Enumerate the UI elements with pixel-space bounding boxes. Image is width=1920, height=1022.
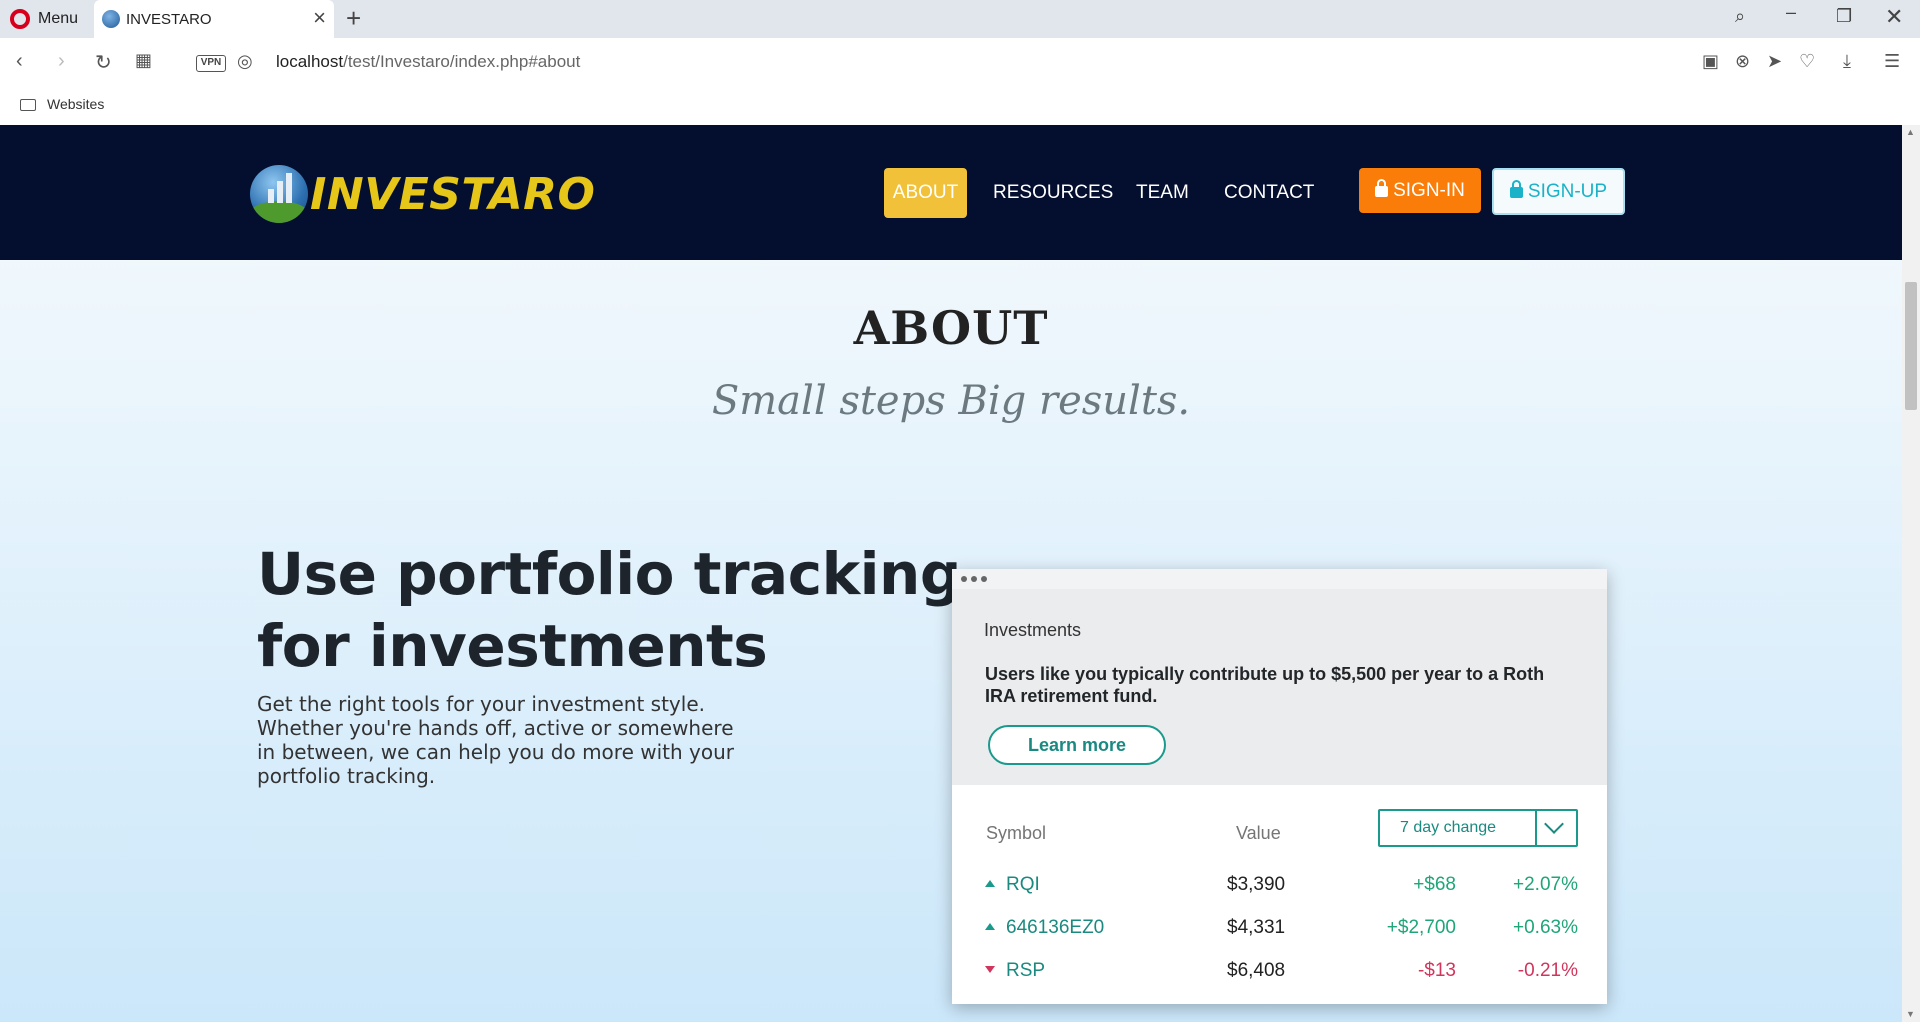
nav-team[interactable]: TEAM <box>1136 168 1189 218</box>
arrow-up-icon <box>985 923 995 930</box>
url-host: localhost <box>276 52 344 71</box>
card-label: Investments <box>984 620 1082 640</box>
row-percent: +2.07% <box>1513 874 1578 895</box>
brand-name: INVESTARO <box>310 168 596 220</box>
sign-in-label: SIGN-IN <box>1393 180 1465 201</box>
restore-icon[interactable]: ❐ <box>1836 6 1852 27</box>
browser-tab-title: INVESTARO <box>126 10 212 28</box>
hero-heading: Use portfolio tracking for investments <box>257 540 961 680</box>
row-change: +$68 <box>1413 874 1456 895</box>
row-value: $3,390 <box>1227 874 1286 895</box>
row-symbol[interactable]: RSP <box>1006 960 1045 982</box>
minimize-icon[interactable]: – <box>1786 2 1796 23</box>
page-scrollbar[interactable]: ▲ ▼ <box>1902 125 1920 1022</box>
tab-close-icon[interactable]: × <box>313 7 326 29</box>
hero-paragraph: Get the right tools for your investment … <box>257 692 735 788</box>
section-title: ABOUT <box>853 301 1049 355</box>
nav-resources[interactable]: RESOURCES <box>993 168 1113 218</box>
heart-icon[interactable]: ♡ <box>1799 51 1815 72</box>
row-value: $4,331 <box>1227 917 1286 938</box>
table-row[interactable]: RSP $6,408 -$13 -0.21% <box>952 956 1607 992</box>
lock-icon <box>1509 180 1523 198</box>
sign-up-button[interactable]: SIGN-UP <box>1492 168 1625 215</box>
browser-menu-label: Menu <box>38 10 79 27</box>
row-symbol[interactable]: RQI <box>1006 874 1040 896</box>
scroll-down-icon[interactable]: ▼ <box>1906 1009 1915 1019</box>
investments-card: Investments Users like you typically con… <box>952 569 1607 1004</box>
select-divider <box>1535 811 1537 845</box>
page-viewport: INVESTARO ABOUT RESOURCES TEAM CONTACT S… <box>0 125 1902 1022</box>
card-message: Users like you typically contribute up t… <box>985 664 1545 706</box>
tab-grid-icon[interactable]: ▦ <box>135 50 152 71</box>
globe-icon[interactable]: ◎ <box>237 51 253 72</box>
change-period-value: 7 day change <box>1400 819 1497 836</box>
window-dots-icon <box>952 569 1607 589</box>
reload-icon[interactable]: ↻ <box>95 50 112 75</box>
row-value: $6,408 <box>1227 960 1286 981</box>
learn-more-button[interactable]: Learn more <box>988 725 1166 765</box>
column-header-symbol: Symbol <box>986 823 1047 843</box>
logo-globe-icon <box>250 165 308 223</box>
search-tabs-icon[interactable]: ⌕ <box>1735 6 1745 27</box>
row-symbol[interactable]: 646136EZ0 <box>1006 917 1104 939</box>
opera-logo-icon <box>10 9 30 29</box>
folder-icon <box>20 99 36 111</box>
table-row[interactable]: 646136EZ0 $4,331 +$2,700 +0.63% <box>952 913 1607 949</box>
scrollbar-thumb[interactable] <box>1905 282 1917 410</box>
row-change: -$13 <box>1417 960 1456 981</box>
arrow-up-icon <box>985 880 995 887</box>
adblock-icon[interactable]: ⊗ <box>1735 51 1750 72</box>
nav-contact[interactable]: CONTACT <box>1224 168 1314 218</box>
table-row[interactable]: RQI $3,390 +$68 +2.07% <box>952 870 1607 906</box>
download-icon[interactable]: ⤓ <box>1843 51 1851 72</box>
bookmark-folder-websites[interactable]: Websites <box>47 96 104 112</box>
address-bar: ‹ › ↻ ▦ VPN ◎ localhost/test/Investaro/i… <box>0 38 1920 88</box>
sign-in-button[interactable]: SIGN-IN <box>1359 168 1481 213</box>
bookmarks-bar: Websites <box>0 88 1920 125</box>
forward-icon[interactable]: › <box>58 50 65 73</box>
snapshot-icon[interactable]: ▣ <box>1702 51 1719 72</box>
sign-up-label: SIGN-UP <box>1527 181 1608 202</box>
row-change: +$2,700 <box>1386 917 1456 938</box>
lock-icon <box>1375 179 1389 197</box>
url-field[interactable]: localhost/test/Investaro/index.php#about <box>276 52 580 72</box>
browser-menu-button[interactable]: Menu <box>0 0 92 38</box>
url-path: /test/Investaro/index.php#about <box>343 52 581 71</box>
section-subtitle: Small steps Big results. <box>711 378 1191 424</box>
row-percent: -0.21% <box>1517 960 1578 981</box>
vpn-badge[interactable]: VPN <box>196 55 226 72</box>
nav-about[interactable]: ABOUT <box>884 168 967 218</box>
browser-tab-bar: Menu INVESTARO × + ⌕ – ❐ ✕ <box>0 0 1920 38</box>
chevron-down-icon <box>1544 814 1564 834</box>
close-window-icon[interactable]: ✕ <box>1885 4 1903 30</box>
change-period-select[interactable]: 7 day change <box>1378 809 1578 847</box>
easy-setup-icon[interactable]: ☰ <box>1884 51 1900 72</box>
send-icon[interactable]: ➤ <box>1767 51 1782 72</box>
card-promo: Investments Users like you typically con… <box>952 589 1607 785</box>
row-percent: +0.63% <box>1513 917 1578 938</box>
site-navbar: INVESTARO ABOUT RESOURCES TEAM CONTACT S… <box>0 125 1902 260</box>
new-tab-icon[interactable]: + <box>346 4 361 32</box>
brand-logo[interactable]: INVESTARO <box>250 165 595 223</box>
column-header-value: Value <box>1236 823 1281 843</box>
browser-tab-active[interactable]: INVESTARO × <box>94 0 334 38</box>
site-favicon-icon <box>102 10 120 28</box>
arrow-down-icon <box>985 966 995 973</box>
back-icon[interactable]: ‹ <box>16 50 23 73</box>
scroll-up-icon[interactable]: ▲ <box>1906 127 1915 137</box>
